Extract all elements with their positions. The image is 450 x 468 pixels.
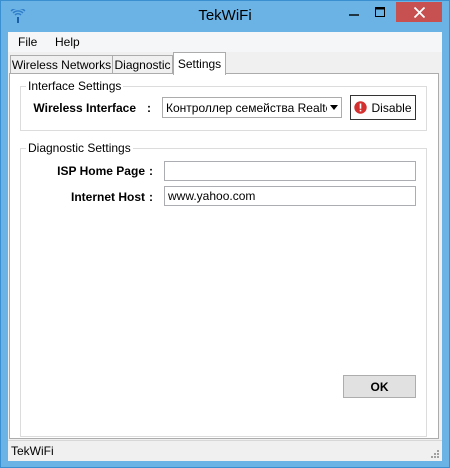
interface-settings-group: Interface Settings Wireless Interface : …: [20, 79, 427, 131]
minimize-icon: [349, 14, 359, 16]
diagnostic-settings-legend: Diagnostic Settings: [26, 141, 133, 155]
close-icon: [413, 6, 425, 18]
wireless-interface-value: Контроллер семейства Realtek: [166, 101, 339, 115]
status-bar: TekWiFi: [8, 440, 442, 461]
status-text: TekWiFi: [11, 444, 54, 458]
tab-settings[interactable]: Settings: [173, 52, 226, 75]
settings-panel: Interface Settings Wireless Interface : …: [9, 73, 439, 439]
internet-host-colon: :: [149, 190, 153, 204]
app-window: TekWiFi File Help Wireless Networks Diag…: [0, 0, 450, 468]
menu-bar: File Help: [8, 32, 442, 52]
isp-home-page-label: ISP Home Page: [57, 164, 145, 178]
isp-home-page-colon: :: [149, 164, 153, 178]
title-bar[interactable]: TekWiFi: [1, 1, 449, 32]
close-button[interactable]: [396, 2, 442, 22]
disable-button-label: Disable: [371, 100, 412, 115]
maximize-icon: [375, 7, 385, 17]
tab-strip: Wireless Networks Diagnostic Settings: [8, 52, 442, 75]
error-icon: [354, 101, 368, 114]
ok-button[interactable]: OK: [343, 375, 416, 398]
menu-help[interactable]: Help: [55, 35, 80, 49]
internet-host-input[interactable]: www.yahoo.com: [164, 186, 416, 206]
wireless-interface-select[interactable]: Контроллер семейства Realtek: [162, 97, 342, 118]
disable-button[interactable]: Disable: [350, 95, 416, 120]
client-area: File Help Wireless Networks Diagnostic S…: [8, 32, 442, 461]
isp-home-page-input[interactable]: [164, 161, 416, 181]
maximize-button[interactable]: [367, 2, 393, 22]
wireless-interface-colon: :: [147, 101, 151, 115]
resize-grip-icon[interactable]: [429, 448, 440, 459]
menu-file[interactable]: File: [18, 35, 37, 49]
diagnostic-settings-group: Diagnostic Settings ISP Home Page : Inte…: [20, 141, 427, 437]
internet-host-label: Internet Host: [70, 190, 145, 204]
wireless-interface-label: Wireless Interface: [33, 101, 136, 115]
minimize-button[interactable]: [341, 2, 367, 22]
interface-settings-legend: Interface Settings: [26, 79, 124, 93]
tab-wireless-networks[interactable]: Wireless Networks: [10, 55, 113, 73]
chevron-down-icon: [327, 98, 341, 117]
tab-diagnostic[interactable]: Diagnostic: [112, 55, 173, 73]
